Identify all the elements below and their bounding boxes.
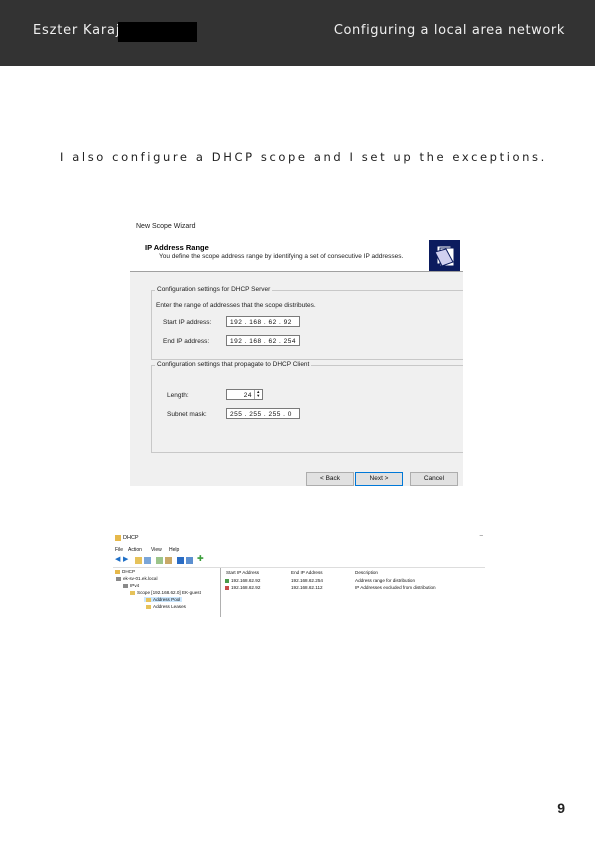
length-value: 24 xyxy=(243,392,252,399)
tree-label: Scope [192.168.62.0] EK-guest xyxy=(137,590,201,595)
wizard-window-caption: New Scope Wizard xyxy=(136,223,196,230)
end-ip-field[interactable]: 192 . 168 . 62 . 254 xyxy=(226,335,300,346)
menu-view[interactable]: View xyxy=(151,547,162,553)
wizard-heading: IP Address Range xyxy=(145,243,209,252)
tree-label: ek-sv-01.ek.local xyxy=(123,576,158,581)
row-start-ip: 192.168.62.92 xyxy=(231,585,261,590)
dhcp-menubar: File Action View Help xyxy=(113,546,485,555)
back-arrow-icon[interactable]: ◀ xyxy=(115,555,122,563)
tree-label: Address Leases xyxy=(153,604,186,609)
start-ip-label: Start IP address: xyxy=(163,319,212,326)
folder-icon[interactable] xyxy=(135,557,142,564)
client-settings-title: Configuration settings that propagate to… xyxy=(155,361,312,368)
menu-help[interactable]: Help xyxy=(169,547,179,553)
dhcp-console-screenshot: DHCP – File Action View Help ◀ ▶ ✚ DHCP … xyxy=(113,533,485,617)
document-title: Configuring a local area network xyxy=(333,23,565,38)
body-paragraph: I also configure a DHCP scope and I set … xyxy=(60,150,547,164)
dhcp-list-pane: Start IP Address End IP Address Descript… xyxy=(222,568,485,617)
range-description: Enter the range of addresses that the sc… xyxy=(156,302,316,309)
row-end-ip: 192.168.62.254 xyxy=(291,578,323,583)
row-description: Address range for distribution xyxy=(355,578,416,583)
cancel-button[interactable]: Cancel xyxy=(410,472,458,486)
range-icon xyxy=(225,578,229,583)
tree-item-dhcp[interactable]: DHCP xyxy=(115,569,135,574)
back-button[interactable]: < Back xyxy=(306,472,354,486)
dhcp-titlebar: DHCP – xyxy=(113,533,485,544)
column-description[interactable]: Description xyxy=(355,570,378,575)
menu-action[interactable]: Action xyxy=(128,547,142,553)
author-name: Eszter Karajz xyxy=(33,23,128,38)
properties-icon[interactable] xyxy=(144,557,151,564)
row-start-ip: 192.168.62.92 xyxy=(231,578,261,583)
column-end-ip[interactable]: End IP Address xyxy=(291,570,323,575)
length-stepper[interactable]: 24 ▲ ▼ xyxy=(226,389,263,400)
dhcp-toolbar: ◀ ▶ ✚ xyxy=(113,554,485,568)
table-row[interactable]: 192.168.62.92 xyxy=(225,585,260,590)
dhcp-app-icon xyxy=(115,535,121,541)
client-settings-group: Configuration settings that propagate to… xyxy=(151,361,463,453)
tree-item-ipv4[interactable]: IPv4 xyxy=(123,583,139,588)
end-ip-label: End IP address: xyxy=(163,338,210,345)
tree-item-scope[interactable]: Scope [192.168.62.0] EK-guest xyxy=(130,590,201,595)
page-number: 9 xyxy=(557,800,565,816)
wizard-folder-logo-icon xyxy=(429,240,460,271)
dhcp-node-icon xyxy=(115,569,120,574)
row-end-ip: 192.168.62.112 xyxy=(291,585,323,590)
new-scope-wizard-screenshot: New Scope Wizard IP Address Range You de… xyxy=(130,218,463,486)
tree-item-server[interactable]: ek-sv-01.ek.local xyxy=(116,576,157,581)
exclusion-icon xyxy=(225,585,229,590)
length-label: Length: xyxy=(167,392,189,399)
stepper-arrows-icon[interactable]: ▲ ▼ xyxy=(254,390,262,399)
table-row[interactable]: 192.168.62.92 xyxy=(225,578,260,583)
tree-item-address-leases[interactable]: Address Leases xyxy=(146,604,186,609)
subnet-mask-label: Subnet mask: xyxy=(167,411,207,418)
server-icon xyxy=(116,576,121,581)
next-button[interactable]: Next > xyxy=(355,472,403,486)
wizard-header-panel: New Scope Wizard IP Address Range You de… xyxy=(130,218,463,271)
start-ip-field[interactable]: 192 . 168 . 62 . 92 xyxy=(226,316,300,327)
server-settings-title: Configuration settings for DHCP Server xyxy=(155,286,273,293)
pool-icon xyxy=(146,597,151,602)
tree-item-address-pool[interactable]: Address Pool xyxy=(144,597,183,602)
tree-label: Address Pool xyxy=(153,597,181,602)
leases-icon xyxy=(146,604,151,609)
export-icon[interactable] xyxy=(165,557,172,564)
tree-label: DHCP xyxy=(122,569,136,574)
help-icon[interactable] xyxy=(177,557,184,564)
column-start-ip[interactable]: Start IP Address xyxy=(226,570,259,575)
view-icon[interactable] xyxy=(186,557,193,564)
dhcp-tree-pane: DHCP ek-sv-01.ek.local IPv4 Scope [192.1… xyxy=(113,568,221,617)
minimize-icon[interactable]: – xyxy=(480,533,483,539)
refresh-icon[interactable] xyxy=(156,557,163,564)
page-header: Eszter Karajz Configuring a local area n… xyxy=(0,0,595,66)
subnet-mask-field[interactable]: 255 . 255 . 255 . 0 xyxy=(226,408,300,419)
row-description: IP Addresses excluded from distribution xyxy=(355,585,436,590)
tree-label: IPv4 xyxy=(130,583,140,588)
wizard-separator xyxy=(130,271,463,272)
redacted-block xyxy=(118,22,197,42)
menu-file[interactable]: File xyxy=(115,547,123,553)
dhcp-window-title: DHCP xyxy=(123,535,139,541)
add-icon[interactable]: ✚ xyxy=(197,554,204,563)
wizard-subheading: You define the scope address range by id… xyxy=(159,253,404,260)
scope-folder-icon xyxy=(130,590,135,595)
forward-arrow-icon[interactable]: ▶ xyxy=(123,555,130,563)
ipv4-icon xyxy=(123,583,128,588)
